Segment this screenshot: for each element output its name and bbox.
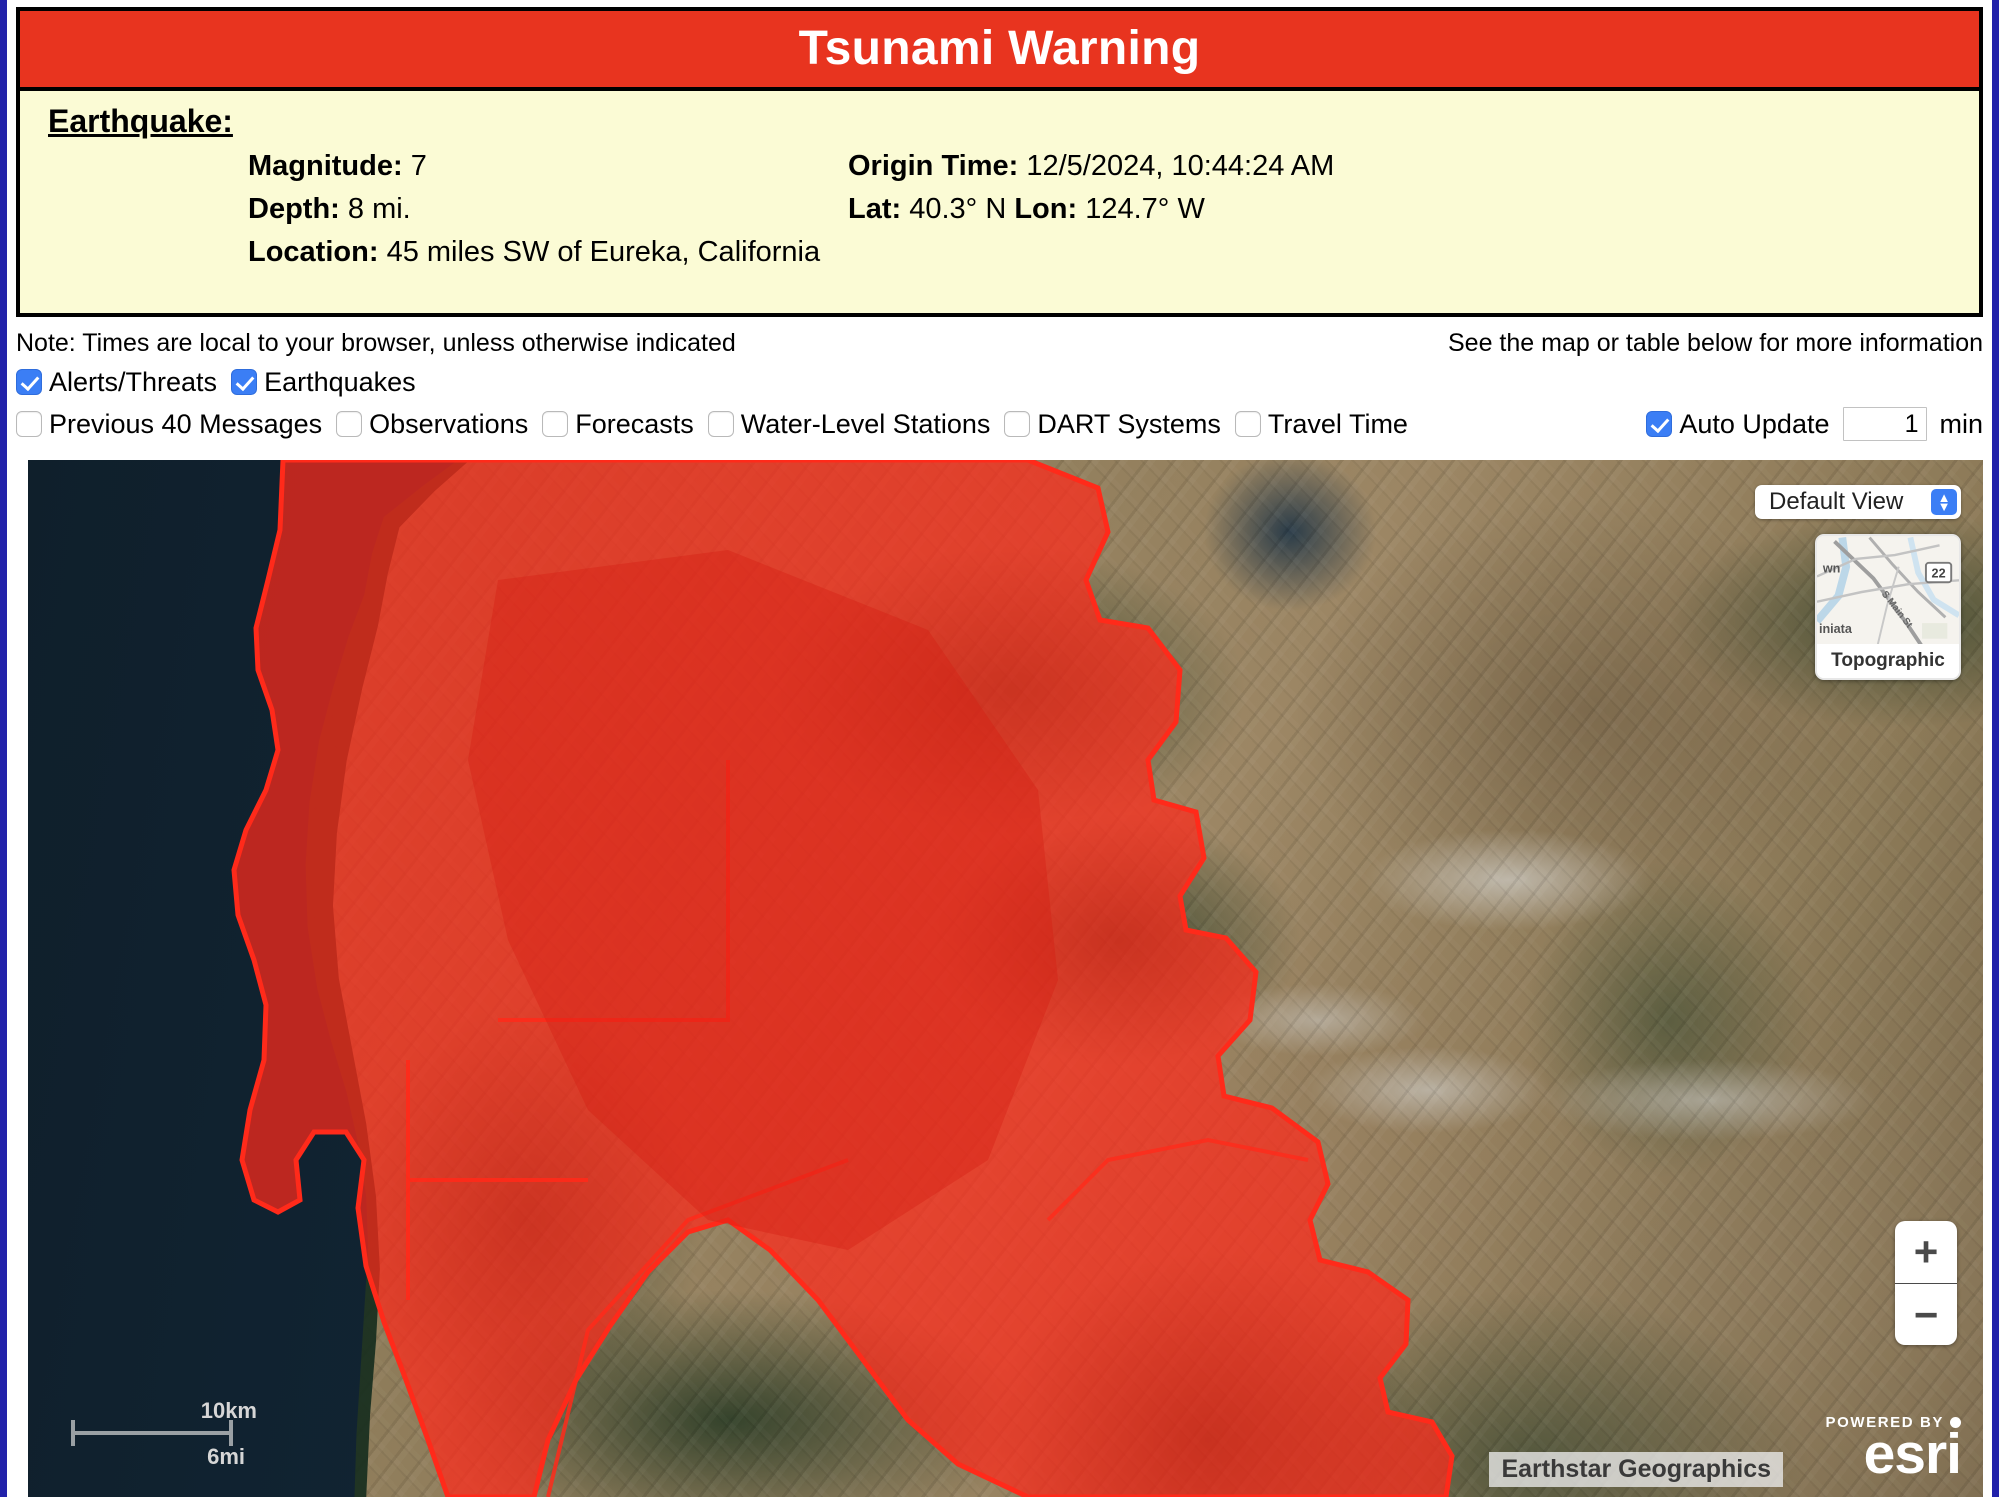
checkbox-previous-40-messages-box[interactable] [16,411,42,437]
checkbox-observations-box[interactable] [336,411,363,437]
checkbox-travel-time-box[interactable] [1234,411,1261,437]
checkbox-water-level-stations[interactable]: Water-Level Stations [707,408,991,440]
map-attribution: Earthstar Geographics [1489,1452,1783,1487]
earthquake-details: Earthquake: Magnitude: 7 Origin Time: 12… [20,91,1979,269]
map-view-select[interactable]: Default View ▲ ▼ [1755,485,1961,519]
checkbox-earthquakes[interactable]: Earthquakes [231,367,416,398]
map-canvas[interactable]: Default View ▲ ▼ 22 wn iniata S Main St … [28,460,1983,1497]
magnitude-label: Magnitude: [248,150,403,182]
earthquake-section-heading: Earthquake: [48,103,233,139]
location-field: Location: 45 miles SW of Eureka, Califor… [248,236,1979,269]
checkbox-travel-time[interactable]: Travel Time [1234,408,1408,440]
checkbox-alerts-threats-label: Alerts/Threats [49,366,218,397]
route-shield-number: 22 [1932,566,1946,580]
lat-value: 40.3° N [909,193,1007,225]
checkbox-earthquakes-label: Earthquakes [264,366,416,397]
map-view-select-value: Default View [1769,488,1904,515]
lon-value: 124.7° W [1085,193,1205,225]
thumb-place-left: wn [1822,562,1841,576]
checkbox-earthquakes-box[interactable] [231,369,258,395]
origin-time-field: Origin Time: 12/5/2024, 10:44:24 AM [848,150,1979,183]
checkbox-forecasts-box[interactable] [542,411,569,437]
map-scale-bar: 10km 6mi [71,1398,257,1470]
origin-time-value: 12/5/2024, 10:44:24 AM [1026,150,1335,182]
tsunami-warning-banner: Tsunami Warning [20,11,1979,91]
depth-label: Depth: [248,193,340,225]
checkbox-water-level-stations-box[interactable] [707,411,734,437]
depth-field: Depth: 8 mi. [248,193,848,226]
checkbox-forecasts-label: Forecasts [575,408,694,439]
checkbox-dart-systems-label: DART Systems [1037,408,1221,439]
scale-bar-imperial-label: 6mi [207,1444,245,1469]
checkbox-auto-update-box[interactable] [1646,411,1673,437]
basemap-thumbnail-image: 22 wn iniata S Main St [1817,536,1959,648]
checkbox-observations[interactable]: Observations [336,409,528,440]
checkbox-travel-time-label: Travel Time [1267,408,1408,439]
magnitude-field: Magnitude: 7 [248,150,848,183]
note-left: Note: Times are local to your browser, u… [16,328,736,357]
layer-toggle-panel: Alerts/Threats Earthquakes Previous 40 M… [16,366,1983,441]
location-label: Location: [248,236,379,268]
esri-logo: POWERED BY esri [1825,1415,1962,1486]
zoom-in-button[interactable]: + [1895,1221,1957,1283]
esri-wordmark: esri [1863,1422,1962,1486]
lat-label: Lat: [848,193,902,225]
auto-update-interval-unit: min [1939,408,1983,439]
topographic-thumb-svg: 22 wn iniata S Main St [1817,536,1959,648]
magnitude-value: 7 [410,150,427,182]
page-title: Tsunami Warning [798,22,1201,75]
satellite-imagery [28,460,1983,1497]
tsunami-warning-page: Tsunami Warning Earthquake: Magnitude: 7… [0,0,1999,1497]
lon-label: Lon: [1014,193,1078,225]
checkbox-auto-update-label: Auto Update [1679,408,1830,439]
checkbox-previous-40-messages[interactable]: Previous 40 Messages [16,409,322,440]
earthquake-field-grid: Magnitude: 7 Origin Time: 12/5/2024, 10:… [48,150,1979,269]
layer-row-secondary: Previous 40 Messages Observations Foreca… [16,407,1983,441]
checkbox-alerts-threats[interactable]: Alerts/Threats [16,367,217,398]
depth-value: 8 mi. [347,193,411,225]
origin-time-label: Origin Time: [848,150,1019,182]
checkbox-forecasts[interactable]: Forecasts [542,409,694,440]
checkbox-auto-update[interactable]: Auto Update [1646,409,1843,440]
checkbox-observations-label: Observations [369,408,529,439]
auto-update-interval-input[interactable] [1843,407,1928,441]
thumb-place-bottom: iniata [1819,622,1853,636]
note-row: Note: Times are local to your browser, u… [16,325,1983,361]
checkbox-alerts-threats-box[interactable] [16,369,42,395]
basemap-toggle-button[interactable]: 22 wn iniata S Main St Topographic [1815,534,1961,680]
checkbox-dart-systems-box[interactable] [1004,411,1031,437]
scale-bar-line [71,1420,233,1446]
chevron-up-down-icon[interactable]: ▲ ▼ [1931,489,1957,515]
checkbox-water-level-stations-label: Water-Level Stations [740,408,991,439]
earthquake-alert-box: Tsunami Warning Earthquake: Magnitude: 7… [16,7,1983,317]
location-value: 45 miles SW of Eureka, California [386,236,821,268]
checkbox-previous-40-messages-label: Previous 40 Messages [49,408,323,439]
checkbox-dart-systems[interactable]: DART Systems [1004,409,1221,440]
zoom-controls[interactable]: + − [1895,1221,1957,1345]
note-right: See the map or table below for more info… [1448,328,1983,357]
basemap-thumbnail-label: Topographic [1817,644,1959,678]
zoom-out-button[interactable]: − [1895,1283,1957,1345]
layer-row-primary: Alerts/Threats Earthquakes [16,366,1983,398]
coordinates-field: Lat: 40.3° N Lon: 124.7° W [848,193,1979,226]
auto-update-group: Auto Update min [1646,407,1983,441]
